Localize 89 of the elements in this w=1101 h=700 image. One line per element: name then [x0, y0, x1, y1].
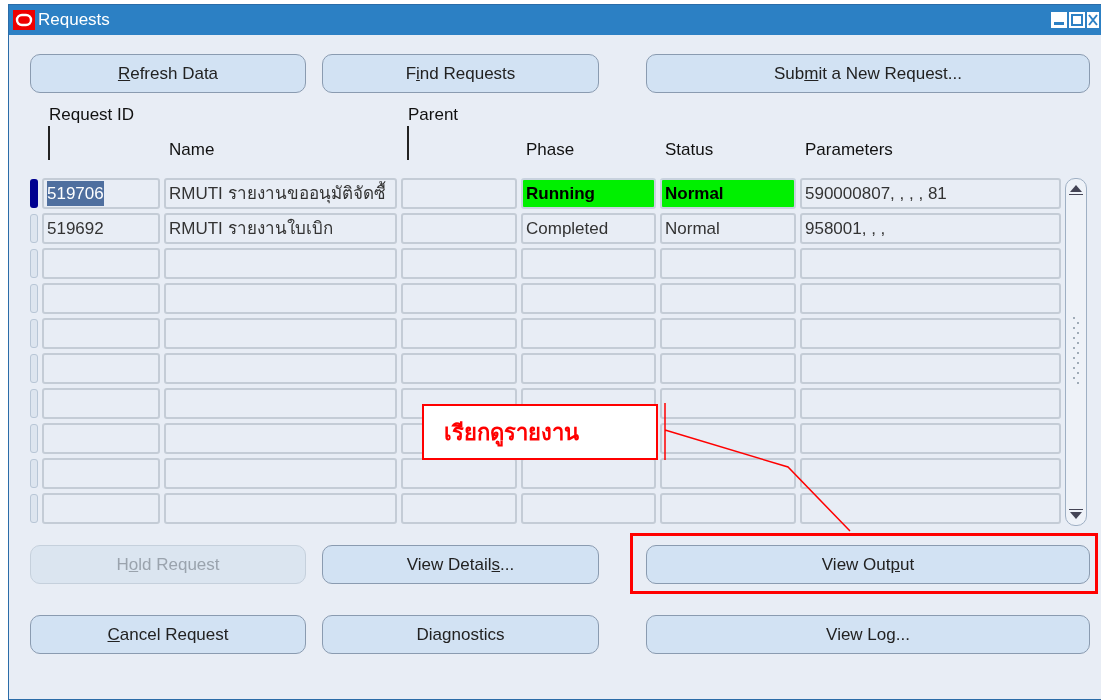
maximize-icon[interactable] — [1069, 12, 1085, 28]
table-cell[interactable] — [401, 318, 517, 349]
scroll-down-icon[interactable] — [1069, 509, 1083, 521]
table-cell[interactable] — [660, 493, 796, 524]
table-cell[interactable] — [401, 493, 517, 524]
table-cell[interactable] — [164, 423, 397, 454]
table-cell[interactable] — [660, 458, 796, 489]
table-cell[interactable] — [660, 353, 796, 384]
scrollbar[interactable] — [1065, 178, 1087, 526]
table-cell[interactable] — [164, 493, 397, 524]
column-header: Phase — [526, 139, 575, 161]
row-indicator[interactable] — [30, 389, 38, 418]
column-header: Parent — [408, 104, 459, 126]
table-cell[interactable] — [800, 318, 1061, 349]
row-indicator[interactable] — [30, 179, 38, 208]
action-button[interactable]: Submit a New Request... — [646, 54, 1090, 93]
table-cell[interactable] — [42, 493, 160, 524]
table-cell[interactable]: Running — [521, 178, 656, 209]
action-button[interactable]: Cancel Request — [30, 615, 306, 654]
row-indicator[interactable] — [30, 214, 38, 243]
table-cell[interactable] — [800, 248, 1061, 279]
table-cell[interactable] — [660, 318, 796, 349]
table-cell[interactable] — [164, 318, 397, 349]
table-cell[interactable] — [401, 213, 517, 244]
row-indicator[interactable] — [30, 354, 38, 383]
table-cell[interactable] — [164, 458, 397, 489]
column-header: Name — [169, 139, 215, 161]
table-cell[interactable] — [800, 493, 1061, 524]
table-cell[interactable]: Normal — [660, 213, 796, 244]
table-cell[interactable] — [401, 458, 517, 489]
action-button[interactable]: Find Requests — [322, 54, 599, 93]
action-button[interactable]: View Details... — [322, 545, 599, 584]
table-cell[interactable] — [164, 388, 397, 419]
table-cell[interactable] — [521, 283, 656, 314]
table-cell[interactable]: RMUTI รายงานใบเบิก — [164, 213, 397, 244]
table-cell[interactable] — [521, 353, 656, 384]
row-indicator[interactable] — [30, 424, 38, 453]
table-cell[interactable] — [800, 388, 1061, 419]
column-header: Request ID — [49, 104, 135, 126]
table-cell[interactable] — [401, 178, 517, 209]
table-cell[interactable] — [521, 248, 656, 279]
table-cell[interactable] — [660, 423, 796, 454]
annotation-tooltip: เรียกดูรายงาน — [422, 404, 658, 460]
table-cell[interactable] — [401, 353, 517, 384]
window-title: Requests — [38, 9, 110, 32]
table-cell[interactable] — [164, 248, 397, 279]
action-button[interactable]: View Output — [646, 545, 1090, 584]
table-cell[interactable]: 590000807, , , , 81 — [800, 178, 1061, 209]
table-cell[interactable] — [660, 283, 796, 314]
table-cell[interactable] — [42, 248, 160, 279]
table-cell[interactable]: 519706 — [42, 178, 160, 209]
column-header: Parameters — [805, 139, 893, 161]
table-cell[interactable] — [800, 283, 1061, 314]
table-cell[interactable] — [660, 248, 796, 279]
table-cell[interactable]: 519692 — [42, 213, 160, 244]
table-cell[interactable] — [42, 458, 160, 489]
table-cell[interactable] — [800, 423, 1061, 454]
row-indicator[interactable] — [30, 284, 38, 313]
table-cell[interactable]: 958001, , , — [800, 213, 1061, 244]
table-cell[interactable] — [42, 283, 160, 314]
row-indicator[interactable] — [30, 459, 38, 488]
row-indicator[interactable] — [30, 249, 38, 278]
column-header: Status — [665, 139, 714, 161]
table-cell[interactable]: Normal — [660, 178, 796, 209]
table-cell[interactable]: RMUTI รายงานขออนุมัติจัดซื้ — [164, 178, 397, 209]
table-cell[interactable] — [42, 423, 160, 454]
table-cell[interactable] — [42, 318, 160, 349]
action-button[interactable]: View Log... — [646, 615, 1090, 654]
table-cell[interactable] — [521, 458, 656, 489]
app-logo-icon — [13, 10, 35, 30]
table-cell[interactable] — [42, 353, 160, 384]
table-cell[interactable] — [401, 248, 517, 279]
row-indicator[interactable] — [30, 494, 38, 523]
table-cell[interactable] — [800, 458, 1061, 489]
table-cell[interactable] — [42, 388, 160, 419]
table-cell[interactable] — [401, 283, 517, 314]
row-indicator[interactable] — [30, 319, 38, 348]
close-icon[interactable] — [1087, 12, 1099, 28]
table-cell[interactable] — [164, 283, 397, 314]
action-button[interactable]: Refresh Data — [30, 54, 306, 93]
action-button[interactable]: Diagnostics — [322, 615, 599, 654]
table-cell[interactable] — [800, 353, 1061, 384]
table-cell[interactable]: Completed — [521, 213, 656, 244]
table-cell[interactable] — [660, 388, 796, 419]
minimize-icon[interactable] — [1051, 12, 1067, 28]
table-cell[interactable] — [164, 353, 397, 384]
table-cell[interactable] — [521, 493, 656, 524]
table-cell[interactable] — [521, 318, 656, 349]
scroll-up-icon[interactable] — [1069, 183, 1083, 195]
